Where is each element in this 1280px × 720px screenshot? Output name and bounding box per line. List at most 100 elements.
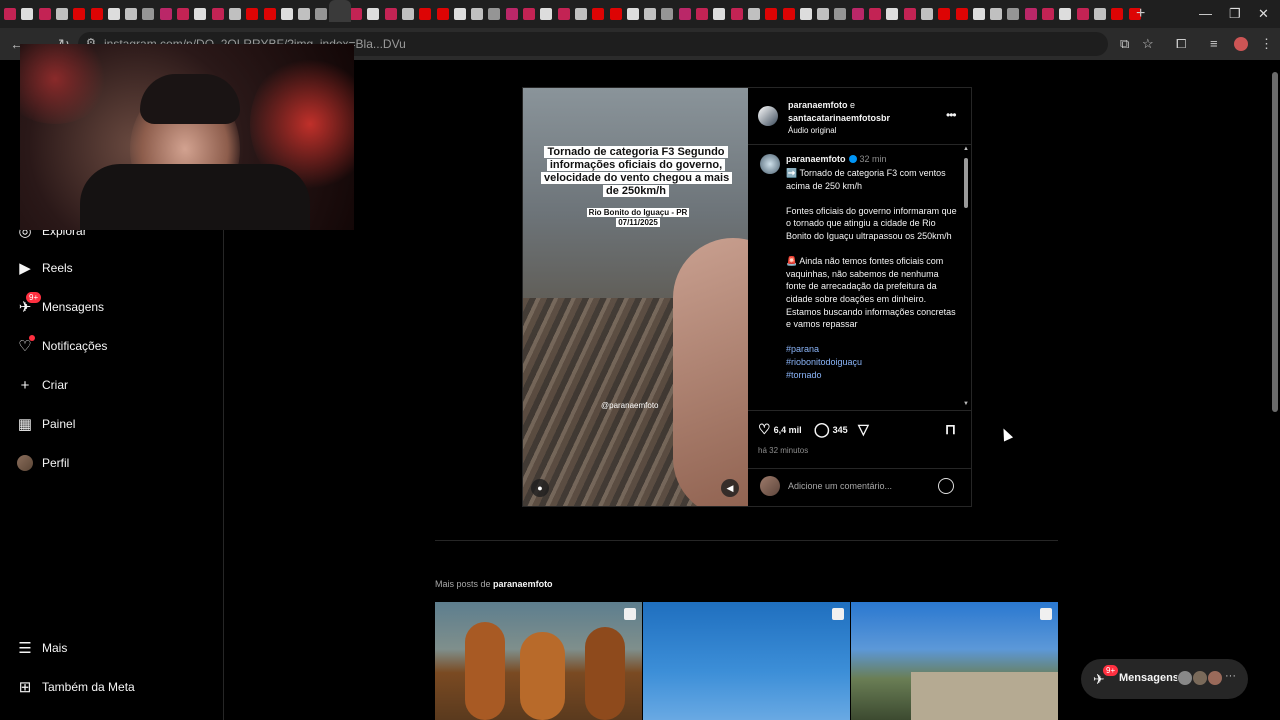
tab-favicon-icon[interactable] — [177, 8, 189, 20]
maximize-button[interactable]: ❐ — [1229, 6, 1241, 22]
hashtag-link[interactable]: #parana — [786, 343, 958, 356]
tab-favicon-icon[interactable] — [142, 8, 155, 20]
scroll-down-icon[interactable]: ▼ — [963, 401, 969, 407]
tab-favicon-icon[interactable] — [159, 8, 172, 20]
active-tab[interactable] — [329, 0, 351, 22]
tab-favicon-icon[interactable] — [21, 8, 34, 20]
tab-favicon-icon[interactable] — [920, 8, 933, 20]
tab-favicon-icon[interactable] — [730, 8, 743, 20]
sidebar-item-reels[interactable]: ▶ Reels — [16, 256, 72, 280]
tab-favicon-icon[interactable] — [955, 8, 968, 20]
tab-favicon-icon[interactable] — [540, 8, 553, 20]
tab-favicon-icon[interactable] — [384, 8, 397, 20]
tab-favicon-icon[interactable] — [38, 8, 51, 20]
tab-favicon-icon[interactable] — [747, 8, 760, 20]
author-link[interactable]: paranaemfoto — [788, 100, 848, 110]
tab-favicon-icon[interactable] — [1093, 8, 1106, 20]
tab-favicon-icon[interactable] — [228, 8, 241, 20]
tab-favicon-icon[interactable] — [869, 8, 881, 20]
tab-favicon-icon[interactable] — [280, 8, 293, 20]
tab-favicon-icon[interactable] — [557, 8, 570, 20]
post-thumbnail[interactable] — [643, 602, 850, 720]
tagged-users-icon[interactable]: ● — [531, 479, 549, 497]
sidebar-item-painel[interactable]: ▦ Painel — [16, 412, 75, 436]
tab-favicon-icon[interactable] — [263, 8, 276, 20]
more-options-icon[interactable]: ••• — [946, 108, 957, 122]
tab-favicon-icon[interactable] — [107, 8, 120, 20]
tab-favicon-icon[interactable] — [246, 8, 259, 20]
sidebar-item-meta[interactable]: ⊞ Também da Meta — [16, 675, 135, 699]
tab-favicon-icon[interactable] — [592, 8, 605, 20]
new-tab-button[interactable]: + — [1136, 5, 1145, 23]
cast-icon[interactable]: ⧉ — [1120, 36, 1129, 52]
emoji-icon[interactable] — [938, 478, 954, 494]
tab-favicon-icon[interactable] — [678, 8, 691, 20]
tab-favicon-icon[interactable] — [1076, 8, 1089, 20]
hashtag-link[interactable]: #tornado — [786, 369, 958, 382]
tab-favicon-icon[interactable] — [765, 8, 778, 20]
tab-favicon-icon[interactable] — [211, 8, 224, 20]
tab-favicon-icon[interactable] — [4, 8, 16, 20]
tab-favicon-icon[interactable] — [851, 8, 864, 20]
page-scroll-thumb[interactable] — [1272, 72, 1278, 412]
tab-favicon-icon[interactable] — [799, 8, 812, 20]
tab-favicon-icon[interactable] — [298, 8, 311, 20]
tab-favicon-icon[interactable] — [713, 8, 726, 20]
tab-favicon-icon[interactable] — [1111, 8, 1124, 20]
browser-menu-icon[interactable]: ⋮ — [1260, 36, 1273, 52]
close-window-button[interactable]: ✕ — [1258, 6, 1269, 22]
sidebar-item-mais[interactable]: ☰ Mais — [16, 636, 67, 660]
tab-favicon-icon[interactable] — [626, 8, 639, 20]
tab-favicon-icon[interactable] — [834, 8, 847, 20]
audio-link[interactable]: Áudio original — [788, 126, 836, 135]
tab-favicon-icon[interactable] — [1007, 8, 1020, 20]
scroll-up-icon[interactable]: ▲ — [963, 146, 969, 152]
tab-favicon-icon[interactable] — [990, 8, 1003, 20]
tab-favicon-icon[interactable] — [350, 8, 362, 20]
hashtag-link[interactable]: #riobonitodoiguaçu — [786, 356, 958, 369]
browser-profile-avatar[interactable] — [1234, 37, 1248, 51]
mute-icon[interactable]: ◀ — [721, 479, 739, 497]
post-thumbnail[interactable] — [435, 602, 642, 720]
tab-favicon-icon[interactable] — [886, 8, 899, 20]
tab-favicon-icon[interactable] — [453, 8, 466, 20]
tab-favicon-icon[interactable] — [972, 8, 985, 20]
like-button[interactable]: ♡ 6,4 mil — [758, 421, 802, 438]
minimize-button[interactable]: — — [1199, 6, 1212, 21]
save-button[interactable]: ⊓ — [945, 421, 959, 438]
tab-favicon-icon[interactable] — [903, 8, 916, 20]
tab-favicon-icon[interactable] — [419, 8, 432, 20]
tab-favicon-icon[interactable] — [661, 8, 674, 20]
tab-favicon-icon[interactable] — [523, 8, 535, 20]
author-avatar[interactable] — [758, 106, 778, 126]
caption-scrollbar[interactable]: ▲ ▼ — [962, 146, 970, 410]
post-video[interactable]: Tornado de categoria F3 Segundo informaç… — [523, 88, 748, 506]
tab-favicon-icon[interactable] — [73, 8, 86, 20]
tab-favicon-icon[interactable] — [782, 8, 795, 20]
media-controls-icon[interactable]: ≡ — [1210, 36, 1218, 51]
post-thumbnail[interactable] — [851, 602, 1058, 720]
tab-favicon-icon[interactable] — [90, 8, 103, 20]
caption-author[interactable]: paranaemfoto — [786, 154, 846, 164]
tab-favicon-icon[interactable] — [315, 8, 328, 20]
tab-favicon-icon[interactable] — [574, 8, 587, 20]
scroll-thumb[interactable] — [964, 158, 968, 208]
page-scrollbar[interactable] — [1270, 62, 1280, 720]
tab-favicon-icon[interactable] — [644, 8, 657, 20]
tab-favicon-icon[interactable] — [401, 8, 414, 20]
tab-favicon-icon[interactable] — [1042, 8, 1054, 20]
sidebar-item-notificacoes[interactable]: ♡ Notificações — [16, 334, 107, 358]
tab-favicon-icon[interactable] — [1059, 8, 1072, 20]
tab-favicon-icon[interactable] — [125, 8, 138, 20]
tab-favicon-icon[interactable] — [505, 8, 518, 20]
tab-favicon-icon[interactable] — [938, 8, 951, 20]
share-button[interactable]: ▽ — [858, 421, 872, 438]
sidebar-item-mensagens[interactable]: ✈ 9+ Mensagens — [16, 292, 104, 319]
tab-favicon-icon[interactable] — [194, 8, 207, 20]
tab-favicon-icon[interactable] — [609, 8, 622, 20]
tab-favicon-icon[interactable] — [488, 8, 501, 20]
sidebar-item-criar[interactable]: + Criar — [16, 373, 68, 397]
more-posts-author[interactable]: paranaemfoto — [493, 579, 553, 589]
tab-favicon-icon[interactable] — [367, 8, 380, 20]
tab-favicon-icon[interactable] — [696, 8, 708, 20]
